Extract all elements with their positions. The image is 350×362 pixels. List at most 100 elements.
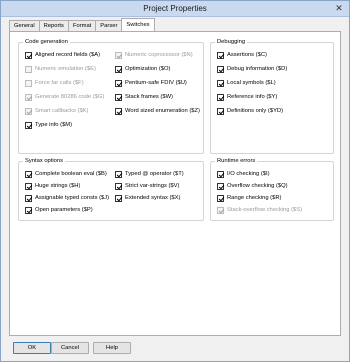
checkbox-box[interactable] <box>115 170 122 178</box>
checkbox-box[interactable] <box>25 51 32 59</box>
runtime-errors-title: Runtime errors <box>215 158 258 165</box>
checkbox-strict-var-strings[interactable]: Strict var-strings ($V) <box>115 182 179 190</box>
checkbox-label: Complete boolean eval ($B) <box>35 171 107 177</box>
checkbox-box[interactable] <box>217 107 224 115</box>
checkbox-complete-boolean-eval[interactable]: Complete boolean eval ($B) <box>25 170 107 178</box>
syntax-options-group: Syntax options Complete boolean eval ($B… <box>18 158 204 221</box>
checkbox-box[interactable] <box>25 206 32 214</box>
checkbox-box[interactable] <box>115 93 122 101</box>
checkbox-reference-info[interactable]: Reference info ($Y) <box>217 93 277 101</box>
tab-strip: General Reports Format Parser Switches <box>9 18 155 31</box>
checkbox-label: Huge strings ($H) <box>35 183 81 189</box>
runtime-errors-group: Runtime errors I/O checking ($I) Overflo… <box>210 158 334 221</box>
checkbox-label: Definitions only ($YD) <box>227 108 284 114</box>
close-icon[interactable]: ✕ <box>333 3 345 14</box>
checkbox-box[interactable] <box>217 79 224 87</box>
checkbox-assignable-typed-consts[interactable]: Assignable typed consts ($J) <box>25 194 109 202</box>
checkbox-label: Word sized enumeration ($Z) <box>125 108 200 114</box>
checkbox-label: Pentium-safe FDIV ($U) <box>125 80 187 86</box>
checkbox-local-symbols[interactable]: Local symbols ($L) <box>217 79 276 87</box>
tab-general[interactable]: General <box>9 20 40 31</box>
checkbox-label: Force far calls ($F) <box>35 80 84 86</box>
checkbox-stack-frames[interactable]: Stack frames ($W) <box>115 93 173 101</box>
checkbox-overflow-checking[interactable]: Overflow checking ($Q) <box>217 182 288 190</box>
checkbox-generate-80286-code[interactable]: Generate 80286 code ($G) <box>25 93 104 101</box>
help-button[interactable]: Help <box>93 342 131 354</box>
checkbox-box[interactable] <box>115 182 122 190</box>
checkbox-debug-information[interactable]: Debug information ($D) <box>217 65 287 73</box>
checkbox-box[interactable] <box>115 65 122 73</box>
tab-format[interactable]: Format <box>67 20 97 31</box>
checkbox-box[interactable] <box>115 194 122 202</box>
checkbox-label: Debug information ($D) <box>227 66 288 72</box>
ok-button[interactable]: OK <box>13 342 51 354</box>
checkbox-label: Numeric coprocessor ($N) <box>125 52 193 58</box>
tab-reports[interactable]: Reports <box>38 20 69 31</box>
checkbox-label: Numeric emulation ($E) <box>35 66 96 72</box>
checkbox-label: I/O checking ($I) <box>227 171 270 177</box>
checkbox-numeric-coprocessor[interactable]: Numeric coprocessor ($N) <box>115 51 193 59</box>
code-generation-group: Code generation Aligned record fields ($… <box>18 39 204 154</box>
code-generation-title: Code generation <box>23 39 70 46</box>
cancel-button[interactable]: Cancel <box>51 342 89 354</box>
checkbox-box[interactable] <box>25 182 32 190</box>
checkbox-label: Smart callbacks ($K) <box>35 108 89 114</box>
checkbox-label: Open parameters ($P) <box>35 207 93 213</box>
checkbox-stack-overflow-checking[interactable]: Stack-overflow checking ($S) <box>217 206 302 214</box>
checkbox-box[interactable] <box>115 107 122 115</box>
checkbox-force-far-calls[interactable]: Force far calls ($F) <box>25 79 84 87</box>
checkbox-label: Optimization ($O) <box>125 66 171 72</box>
checkbox-optimization[interactable]: Optimization ($O) <box>115 65 170 73</box>
title-bar: Project Properties ✕ <box>1 1 349 17</box>
checkbox-box[interactable] <box>217 194 224 202</box>
checkbox-label: Assertions ($C) <box>227 52 267 58</box>
checkbox-label: Extended syntax ($X) <box>125 195 181 201</box>
checkbox-typed-at-operator[interactable]: Typed @ operator ($T) <box>115 170 184 178</box>
checkbox-box[interactable] <box>25 194 32 202</box>
checkbox-smart-callbacks[interactable]: Smart callbacks ($K) <box>25 107 88 115</box>
syntax-options-title: Syntax options <box>23 158 66 165</box>
checkbox-box[interactable] <box>217 65 224 73</box>
checkbox-label: Type info ($M) <box>35 122 73 128</box>
checkbox-aligned-record-fields[interactable]: Aligned record fields ($A) <box>25 51 100 59</box>
checkbox-definitions-only[interactable]: Definitions only ($YD) <box>217 107 283 115</box>
checkbox-label: Generate 80286 code ($G) <box>35 94 105 100</box>
project-properties-dialog: Project Properties ✕ General Reports For… <box>0 0 350 362</box>
checkbox-label: Stack frames ($W) <box>125 94 173 100</box>
checkbox-label: Strict var-strings ($V) <box>125 183 180 189</box>
checkbox-type-info[interactable]: Type info ($M) <box>25 121 72 129</box>
checkbox-label: Assignable typed consts ($J) <box>35 195 110 201</box>
checkbox-label: Local symbols ($L) <box>227 80 276 86</box>
checkbox-word-sized-enumeration[interactable]: Word sized enumeration ($Z) <box>115 107 200 115</box>
checkbox-open-parameters[interactable]: Open parameters ($P) <box>25 206 93 214</box>
checkbox-box[interactable] <box>217 182 224 190</box>
checkbox-box[interactable] <box>25 65 32 73</box>
checkbox-box[interactable] <box>217 51 224 59</box>
checkbox-box[interactable] <box>217 170 224 178</box>
checkbox-box[interactable] <box>217 93 224 101</box>
checkbox-box[interactable] <box>217 206 224 214</box>
checkbox-box[interactable] <box>115 79 122 87</box>
checkbox-range-checking[interactable]: Range checking ($R) <box>217 194 281 202</box>
checkbox-label: Stack-overflow checking ($S) <box>227 207 303 213</box>
checkbox-box[interactable] <box>115 51 122 59</box>
checkbox-assertions[interactable]: Assertions ($C) <box>217 51 267 59</box>
checkbox-numeric-emulation[interactable]: Numeric emulation ($E) <box>25 65 96 73</box>
checkbox-label: Range checking ($R) <box>227 195 282 201</box>
checkbox-label: Typed @ operator ($T) <box>125 171 184 177</box>
checkbox-io-checking[interactable]: I/O checking ($I) <box>217 170 270 178</box>
checkbox-label: Aligned record fields ($A) <box>35 52 101 58</box>
checkbox-label: Reference info ($Y) <box>227 94 278 100</box>
checkbox-box[interactable] <box>25 121 32 129</box>
checkbox-pentium-safe-fdiv[interactable]: Pentium-safe FDIV ($U) <box>115 79 187 87</box>
checkbox-extended-syntax[interactable]: Extended syntax ($X) <box>115 194 180 202</box>
checkbox-box[interactable] <box>25 170 32 178</box>
tab-switches[interactable]: Switches <box>121 18 155 31</box>
checkbox-box[interactable] <box>25 107 32 115</box>
checkbox-label: Overflow checking ($Q) <box>227 183 288 189</box>
checkbox-huge-strings[interactable]: Huge strings ($H) <box>25 182 80 190</box>
checkbox-box[interactable] <box>25 93 32 101</box>
tab-parser[interactable]: Parser <box>95 20 123 31</box>
checkbox-box[interactable] <box>25 79 32 87</box>
debugging-group: Debugging Assertions ($C) Debug informat… <box>210 39 334 154</box>
